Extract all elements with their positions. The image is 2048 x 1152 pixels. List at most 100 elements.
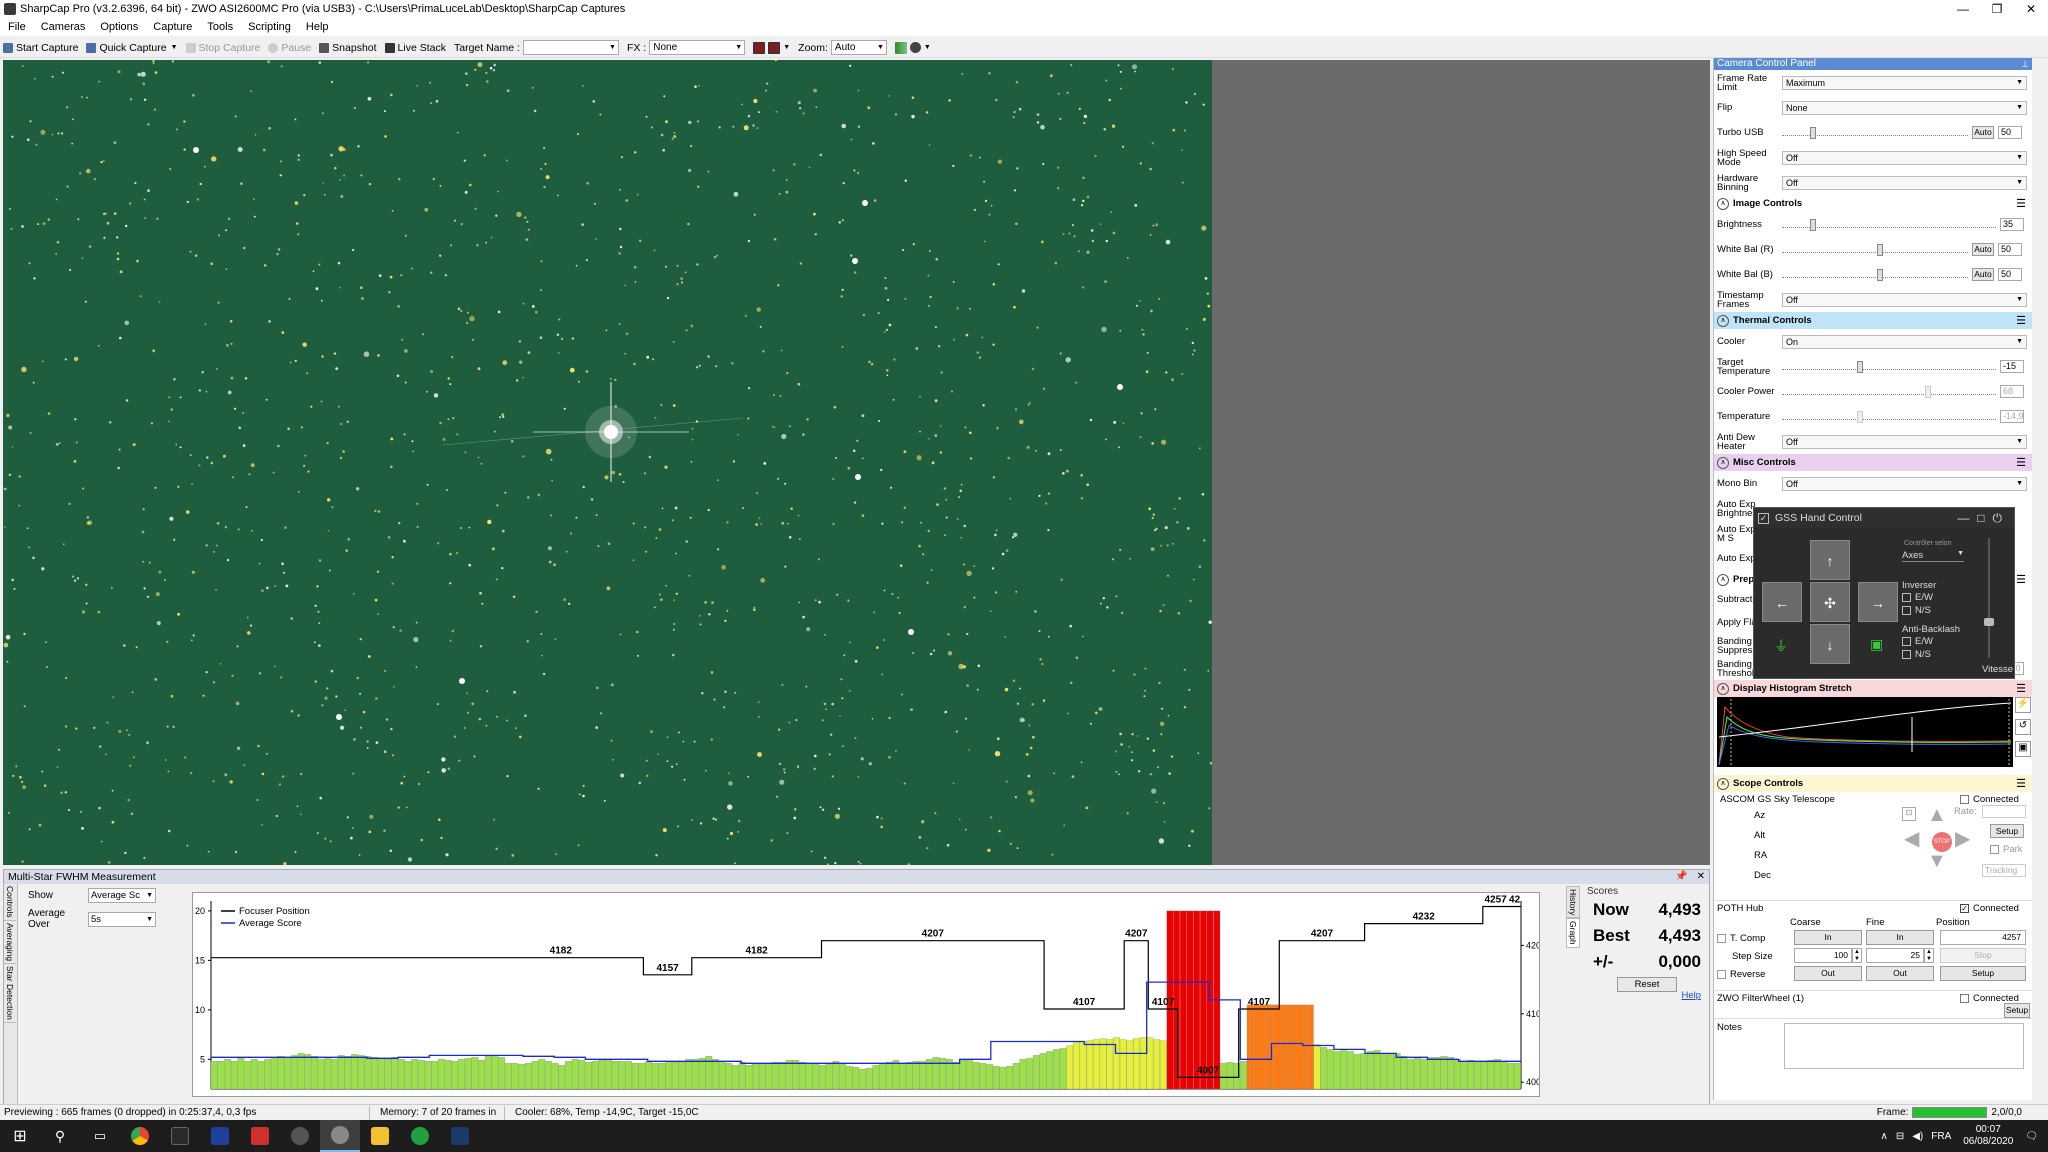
scope-setup-button[interactable]: Setup [1990,824,2024,838]
volume-icon[interactable]: ◀) [1912,1131,1923,1142]
anti-dew-heater-select[interactable]: Off ▼ [1782,434,2027,449]
task-view-icon[interactable]: ▭ [80,1120,120,1152]
arrow-left-icon[interactable]: ◀ [1904,826,1919,851]
histogram-display[interactable] [1717,697,2013,767]
help-link[interactable]: Help [1681,990,1701,1001]
white-bal-b-slider[interactable] [1782,268,1968,282]
plug-icon[interactable]: ⏚ [1774,636,1788,656]
pin-icon[interactable]: ⊥ [2021,58,2029,70]
gss-center-button[interactable]: ✣ [1810,582,1850,622]
focuser-stop-button[interactable]: Stop [1940,948,2026,963]
speed-slider-thumb[interactable] [1984,618,1994,626]
white-bal-b-auto-button[interactable]: Auto [1972,268,1994,281]
menu-icon[interactable]: ☰ [2016,197,2026,210]
collapse-icon[interactable]: ∧ [1717,197,1729,210]
fine-step-spinner[interactable]: ▲ ▼ [1924,948,1934,963]
app-icon[interactable] [240,1120,280,1152]
notification-icon[interactable]: 🗨 [2025,1131,2038,1142]
position-value[interactable]: 4257 [1940,930,2026,945]
menu-icon[interactable]: ☰ [2016,573,2026,586]
chevron-down-icon[interactable]: ▼ [171,44,178,51]
menu-icon[interactable]: ☰ [2016,777,2026,790]
windows-start-icon[interactable]: ⊞ [0,1120,40,1152]
white-bal-b-value[interactable]: 50 [1998,268,2022,281]
app-icon[interactable] [280,1120,320,1152]
auto-stretch-icon[interactable]: ⚡ [2015,697,2031,713]
minimize-button[interactable]: — [1946,0,1980,18]
filterwheel-setup-button[interactable]: Setup [2004,1003,2030,1018]
gss-north-button[interactable]: ↑ [1810,540,1850,580]
menu-icon[interactable]: ☰ [2016,682,2026,695]
high-speed-mode-select[interactable]: Off ▼ [1782,150,2027,165]
target-name-input[interactable]: ▼ [522,40,619,55]
reverse-checkbox[interactable]: Reverse [1717,969,1765,980]
target-temperature-slider[interactable] [1782,360,1996,374]
park-checkbox[interactable]: Park [1990,844,2023,855]
image-controls-header[interactable]: ∧ Image Controls ☰ [1714,195,2032,212]
quick-capture-button[interactable]: Quick Capture ▼ [86,42,178,54]
cooler-select[interactable]: On ▼ [1782,334,2027,349]
language-indicator[interactable]: FRA [1931,1131,1951,1142]
collapse-icon[interactable]: ∧ [1717,314,1729,327]
menu-icon[interactable]: ☰ [2016,314,2026,327]
app-icon[interactable] [400,1120,440,1152]
coarse-step-input[interactable]: 100 [1794,948,1852,963]
fine-step-input[interactable]: 25 [1866,948,1924,963]
fine-out-button[interactable]: Out [1866,966,1934,981]
app-icon[interactable] [200,1120,240,1152]
live-stack-button[interactable]: Live Stack [384,42,446,54]
focuser-connected-checkbox[interactable]: ✓ Connected [1960,903,2019,914]
menu-scripting[interactable]: Scripting [248,21,291,33]
color-swatch-icon[interactable] [753,41,766,54]
misc-controls-header[interactable]: ∧ Misc Controls ☰ [1714,454,2032,471]
tray-chevron-icon[interactable]: ∧ [1880,1131,1887,1142]
collapse-icon[interactable]: ∧ [1717,682,1729,695]
fx-select[interactable]: None ▼ [649,40,746,55]
chevron-down-icon[interactable]: ▼ [783,44,790,51]
arrow-up-icon[interactable]: ▲ [1927,804,1947,827]
notes-input[interactable] [1784,1023,2024,1069]
chrome-icon[interactable] [120,1120,160,1152]
tcomp-checkbox[interactable]: T. Comp [1717,933,1765,944]
scope-connected-checkbox[interactable]: Connected [1960,794,2019,805]
app-icon[interactable] [440,1120,480,1152]
maximize-button[interactable]: ❐ [1980,0,2014,18]
pin-icon[interactable]: 📌 [1675,871,1687,882]
coarse-in-button[interactable]: In [1794,930,1862,945]
timestamp-frames-select[interactable]: Off ▼ [1782,292,2027,307]
coarse-step-spinner[interactable]: ▲ ▼ [1852,948,1862,963]
brightness-value[interactable]: 35 [2000,218,2024,231]
sync-icon[interactable]: ⊡ [1902,807,1916,821]
maximize-icon[interactable]: □ [1977,511,1992,525]
speed-slider-track[interactable] [1988,538,1990,658]
menu-icon[interactable]: ☰ [2016,456,2026,469]
hardware-binning-select[interactable]: Off ▼ [1782,175,2027,190]
menu-help[interactable]: Help [306,21,329,33]
arrow-right-icon[interactable]: ▶ [1955,826,1970,851]
rate-select[interactable] [1982,805,2026,818]
minimize-icon[interactable]: — [1957,511,1977,525]
coarse-out-button[interactable]: Out [1794,966,1862,981]
sharpcap-taskbar-icon[interactable] [320,1120,360,1152]
thermal-controls-header[interactable]: ∧ Thermal Controls ☰ [1714,312,2032,329]
pause-button[interactable]: Pause [268,42,311,54]
power-icon[interactable]: ⏻ [1993,511,2011,525]
menu-tools[interactable]: Tools [207,21,233,33]
reset-icon[interactable]: ↺ [2015,719,2031,735]
turbo-usb-slider[interactable] [1782,126,1968,140]
focuser-setup-button[interactable]: Setup [1940,966,2026,981]
save-icon[interactable]: ▣ [2015,741,2031,757]
app-icon[interactable] [160,1120,200,1152]
brightness-slider[interactable] [1782,218,1996,232]
inverse-ns-checkbox[interactable]: N/S [1902,605,1931,616]
close-button[interactable]: ✕ [2014,0,2048,18]
camera-preview[interactable] [3,60,1212,865]
magnifier-icon[interactable] [909,42,921,53]
start-capture-button[interactable]: Start Capture [3,42,78,54]
menu-options[interactable]: Options [100,21,138,33]
gss-east-button[interactable]: → [1858,582,1898,622]
menu-file[interactable]: File [8,21,26,33]
tab-graph[interactable]: Graph [1566,918,1580,949]
arrow-down-icon[interactable]: ▼ [1927,850,1947,873]
chevron-down-icon[interactable]: ▼ [924,44,931,51]
